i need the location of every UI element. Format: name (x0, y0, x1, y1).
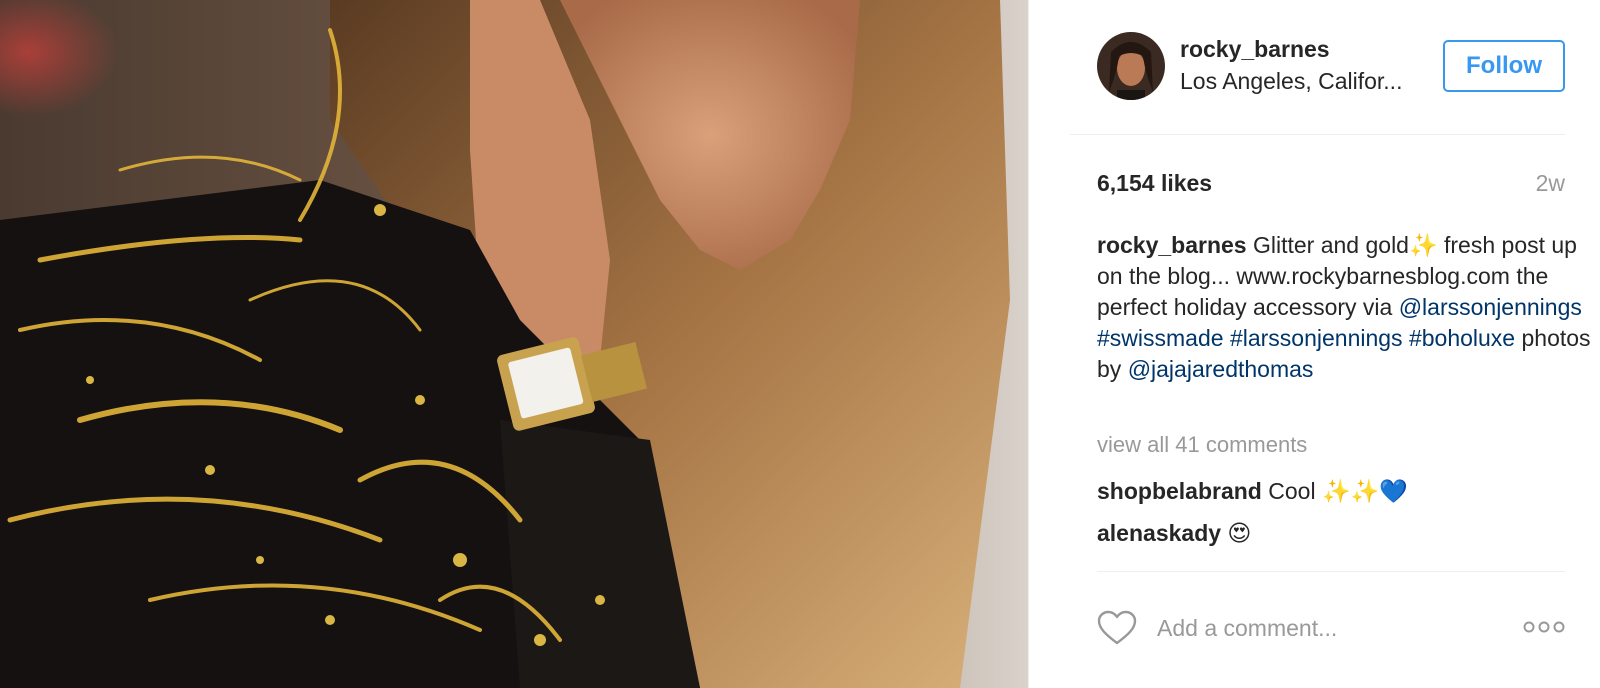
post-photo[interactable] (0, 0, 1028, 688)
avatar-image (1097, 32, 1165, 100)
follow-button[interactable]: Follow (1443, 40, 1565, 92)
comment-username[interactable]: shopbelabrand (1097, 478, 1262, 504)
mention-link[interactable]: @larssonjennings (1399, 294, 1582, 320)
comment (1097, 554, 1577, 571)
likes-count[interactable]: 6,154 likes (1097, 170, 1212, 197)
hashtag-link[interactable]: #larssonjennings (1230, 325, 1403, 351)
instagram-post: rocky_barnes Los Angeles, Califor... Fol… (0, 0, 1600, 688)
heart-icon[interactable] (1097, 610, 1137, 646)
add-comment-input[interactable] (1157, 610, 1517, 646)
author-username[interactable]: rocky_barnes (1180, 36, 1330, 63)
comment: shopbelabrand Cool ✨✨💙 (1097, 470, 1577, 512)
view-all-comments-link[interactable]: view all 41 comments (1097, 432, 1307, 458)
comment-username[interactable]: alenaskady (1097, 520, 1221, 546)
comment-text: Cool ✨✨💙 (1268, 478, 1408, 504)
more-options-icon[interactable] (1523, 620, 1565, 634)
post-image (0, 0, 1028, 688)
divider (1097, 571, 1565, 572)
hashtag-link[interactable]: #boholuxe (1409, 325, 1515, 351)
sparkles-icon: ✨ (1408, 232, 1438, 258)
comment-text: 😍 (1227, 520, 1252, 546)
comments-list: shopbelabrand Cool ✨✨💙 alenaskady 😍 (1097, 470, 1577, 571)
post-age[interactable]: 2w (1536, 170, 1565, 197)
post-caption: rocky_barnes Glitter and gold✨ fresh pos… (1097, 230, 1597, 385)
comment: alenaskady 😍 (1097, 512, 1577, 554)
avatar[interactable] (1097, 32, 1165, 100)
mention-link[interactable]: @jajajaredthomas (1128, 356, 1314, 382)
post-header: rocky_barnes Los Angeles, Califor... Fol… (1070, 32, 1565, 135)
caption-username[interactable]: rocky_barnes (1097, 232, 1247, 258)
post-side-panel: rocky_barnes Los Angeles, Califor... Fol… (1028, 0, 1600, 688)
hashtag-link[interactable]: #swissmade (1097, 325, 1224, 351)
comment-composer (1097, 606, 1565, 650)
caption-text: Glitter and gold (1252, 232, 1409, 258)
author-location[interactable]: Los Angeles, Califor... (1180, 68, 1402, 95)
